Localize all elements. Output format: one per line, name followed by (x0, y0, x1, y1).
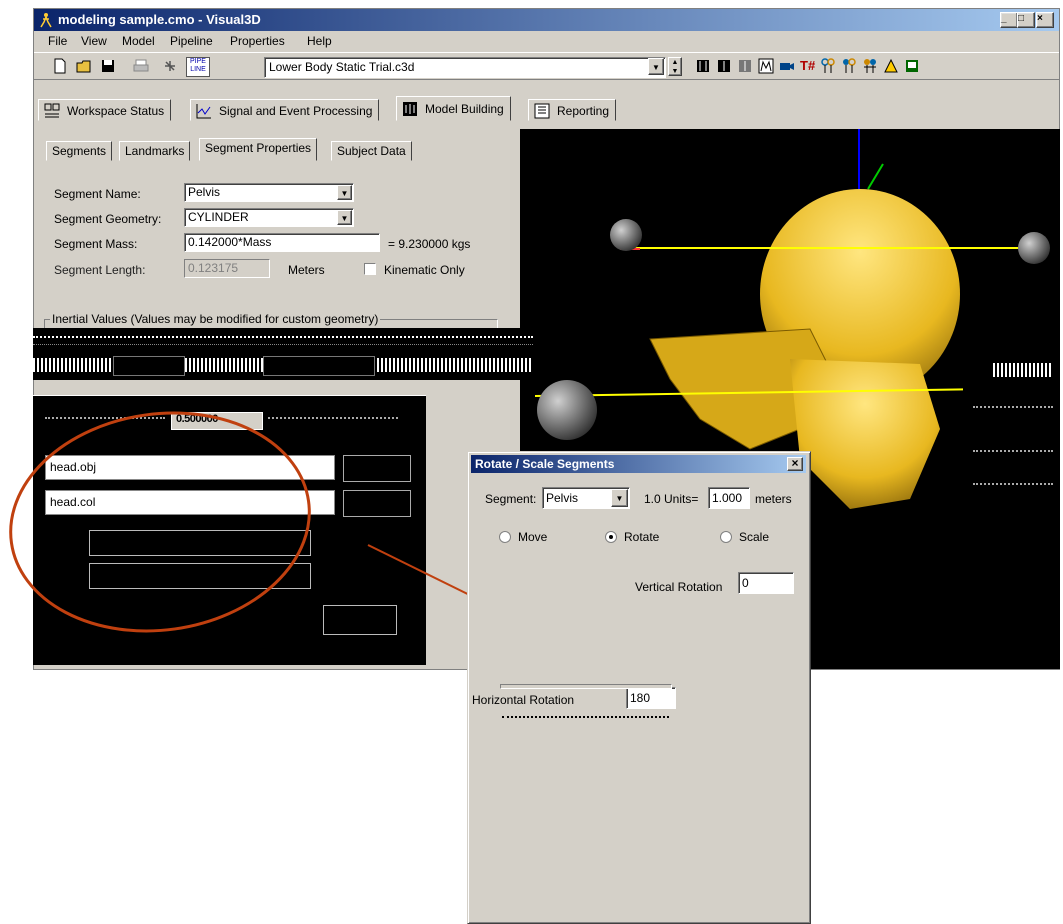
chevron-down-icon[interactable]: ▼ (611, 489, 628, 507)
segment-label: Segment: (485, 492, 537, 506)
units-input[interactable]: 1.000 (708, 487, 750, 509)
horizontal-rotation-label: Horizontal Rotation (472, 693, 575, 707)
move-radio[interactable] (499, 531, 511, 543)
scale-label: Scale (739, 530, 770, 544)
scale-radio[interactable] (720, 531, 732, 543)
units-suffix: meters (755, 492, 792, 506)
vertical-rotation-input[interactable]: 0 (738, 572, 794, 594)
rotate-radio[interactable] (605, 531, 617, 543)
highlight-ellipse (9, 411, 311, 633)
vertical-rotation-label: Vertical Rotation (635, 580, 723, 594)
dialog-title: Rotate / Scale Segments (475, 457, 615, 471)
horizontal-rotation-input[interactable]: 180 (626, 687, 676, 709)
dialog-title-bar: Rotate / Scale Segments × (471, 455, 806, 473)
rotate-label: Rotate (624, 530, 660, 544)
move-label: Move (518, 530, 548, 544)
close-icon[interactable]: × (787, 457, 803, 471)
horizontal-slider-track (500, 684, 672, 689)
rotate-scale-dialog: Rotate / Scale Segments × Segment: Pelvi… (467, 451, 811, 924)
units-label: 1.0 Units= (644, 492, 699, 506)
dialog-segment-select[interactable]: Pelvis ▼ (542, 487, 630, 509)
